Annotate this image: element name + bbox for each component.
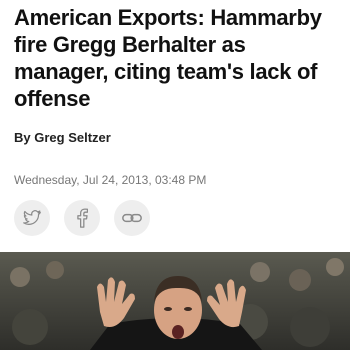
share-facebook-button[interactable]: [64, 200, 100, 236]
byline: By Greg Seltzer: [14, 130, 111, 145]
facebook-icon: [77, 208, 88, 228]
publish-timestamp: Wednesday, Jul 24, 2013, 03:48 PM: [14, 173, 207, 187]
share-link-button[interactable]: [114, 200, 150, 236]
share-bar: [14, 200, 150, 236]
manager-photo: [0, 252, 350, 350]
article-headline: American Exports: Hammarby fire Gregg Be…: [14, 5, 322, 111]
link-icon: [122, 213, 142, 223]
twitter-icon: [23, 210, 41, 225]
hero-photo: [0, 252, 350, 350]
byline-prefix: By: [14, 130, 31, 145]
author-name[interactable]: Greg Seltzer: [34, 130, 111, 145]
share-twitter-button[interactable]: [14, 200, 50, 236]
